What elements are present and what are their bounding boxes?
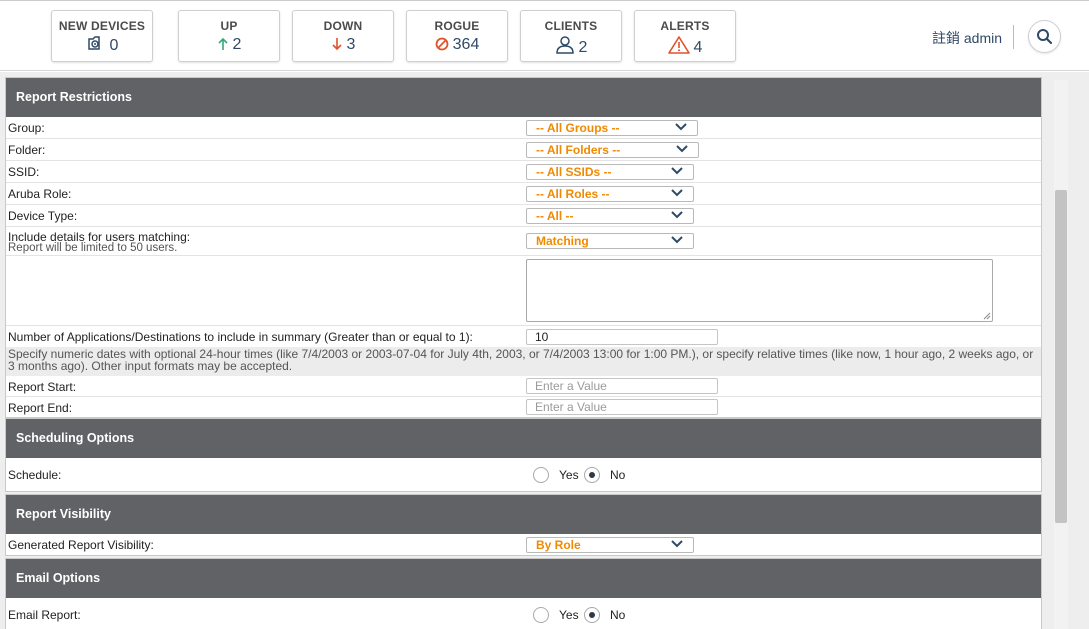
email-report-row: Email Report: Yes No [6,598,1041,629]
clients-count: 2 [578,39,588,56]
down-tile[interactable]: DOWN 3 [292,10,394,62]
ssid-select[interactable]: -- All SSIDs -- [526,164,694,180]
chevron-down-icon [671,540,683,548]
email-options-panel: Email Options Email Report: Yes No [5,558,1042,629]
date-format-note: Specify numeric dates with optional 24-h… [6,347,1041,376]
warning-icon [667,36,690,54]
chevron-down-icon [671,211,683,219]
report-end-input[interactable]: Enter a Value [526,399,718,415]
report-visibility-panel: Report Visibility Generated Report Visib… [5,494,1042,556]
ssid-row: SSID: -- All SSIDs -- [6,161,1041,183]
visibility-row: Generated Report Visibility: By Role [6,534,1041,555]
arrow-up-icon [217,37,228,50]
ssid-label: SSID: [8,165,40,179]
report-end-row: Report End: Enter a Value [6,397,1041,418]
include-details-row: Include details for users matching: Repor… [6,227,1041,256]
rogue-count: 364 [452,36,480,53]
chevron-down-icon [671,189,683,197]
device-type-label: Device Type: [8,209,78,223]
email-report-label: Email Report: [8,608,81,622]
scheduling-header: Scheduling Options [6,419,1041,458]
visibility-select[interactable]: By Role [526,537,694,553]
scrollbar-thumb[interactable] [1055,190,1067,523]
logout-admin-link[interactable]: 註銷 admin [932,28,1002,48]
report-restrictions-panel: Report Restrictions Group: -- All Groups… [5,77,1042,418]
device-type-select[interactable]: -- All -- [526,208,694,224]
new-devices-count: 0 [109,37,119,54]
group-label: Group: [8,121,45,135]
alerts-tile[interactable]: ALERTS 4 [634,10,736,62]
chevron-down-icon [671,167,683,175]
aruba-role-row: Aruba Role: -- All Roles -- [6,183,1041,205]
search-icon [1037,29,1053,45]
new-devices-tile[interactable]: NEW DEVICES 0 [51,10,153,62]
rogue-tile[interactable]: ROGUE 364 [406,10,508,62]
include-details-note: Report will be limited to 50 users. [8,242,178,254]
report-restrictions-header: Report Restrictions [6,78,1041,117]
scheduling-panel: Scheduling Options Schedule: Yes No [5,418,1042,492]
group-row: Group: -- All Groups -- [6,117,1041,139]
num-apps-row: Number of Applications/Destinations to i… [6,326,1041,347]
aruba-role-select[interactable]: -- All Roles -- [526,186,694,202]
new-devices-label: NEW DEVICES [58,19,146,33]
up-tile[interactable]: UP 2 [178,10,280,62]
report-end-label: Report End: [8,401,73,415]
report-start-row: Report Start: Enter a Value [6,376,1041,397]
clients-label: CLIENTS [544,19,598,33]
folder-row: Folder: -- All Folders -- [6,139,1041,161]
resize-handle-icon[interactable] [983,312,991,320]
group-select[interactable]: -- All Groups -- [526,120,698,136]
report-start-input[interactable]: Enter a Value [526,378,718,394]
email-yes-label: Yes [559,608,579,622]
match-textarea[interactable] [526,259,993,322]
schedule-no-label: No [610,468,626,482]
down-count: 3 [346,36,356,53]
alerts-count: 4 [693,39,703,56]
divider [1013,25,1014,49]
schedule-yes-radio[interactable] [533,467,549,483]
arrow-down-icon [331,38,342,51]
email-no-radio[interactable] [584,607,600,623]
report-visibility-header: Report Visibility [6,495,1041,534]
schedule-no-radio[interactable] [584,467,600,483]
report-start-label: Report Start: [8,380,77,394]
visibility-label: Generated Report Visibility: [8,538,154,552]
email-no-label: No [610,608,626,622]
folder-label: Folder: [8,143,46,157]
search-button[interactable] [1028,20,1061,53]
folder-select[interactable]: -- All Folders -- [526,142,699,158]
schedule-label: Schedule: [8,468,62,482]
email-options-header: Email Options [6,559,1041,598]
device-type-row: Device Type: -- All -- [6,205,1041,227]
camera-icon [87,36,100,50]
match-textarea-row [6,256,1041,326]
aruba-role-label: Aruba Role: [8,187,72,201]
chevron-down-icon [671,236,683,244]
num-apps-input[interactable]: 10 [526,329,718,345]
chevron-down-icon [676,145,688,153]
email-yes-radio[interactable] [533,607,549,623]
status-bar: NEW DEVICES 0 UP 2 DOWN 3 ROGUE 364 CLIE… [0,0,1089,71]
rogue-label: ROGUE [434,19,480,33]
schedule-yes-label: Yes [559,468,579,482]
up-label: UP [220,19,238,33]
include-details-select[interactable]: Matching [526,233,694,249]
down-label: DOWN [323,19,363,33]
alerts-label: ALERTS [660,19,710,33]
clients-tile[interactable]: CLIENTS 2 [520,10,622,62]
schedule-row: Schedule: Yes No [6,458,1041,491]
up-count: 2 [232,36,242,53]
user-icon [555,36,574,54]
prohibited-icon [435,37,449,51]
chevron-down-icon [675,123,687,131]
num-apps-label: Number of Applications/Destinations to i… [8,330,473,344]
